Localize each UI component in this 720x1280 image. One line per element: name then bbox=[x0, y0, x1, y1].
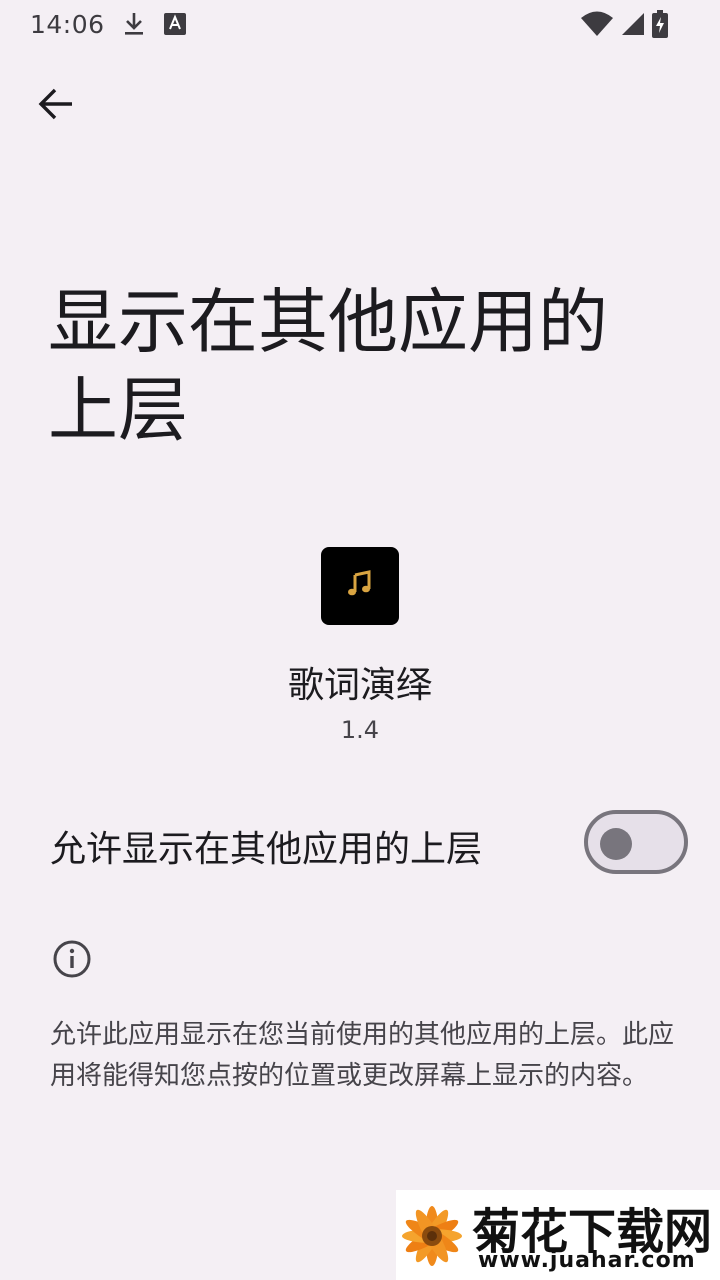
battery-charging-icon bbox=[652, 10, 668, 38]
page-title: 显示在其他应用的上层 bbox=[48, 281, 608, 451]
arrow-back-icon bbox=[38, 86, 74, 126]
music-note-icon bbox=[345, 569, 375, 603]
back-button[interactable] bbox=[26, 76, 86, 136]
app-name: 歌词演绎 bbox=[287, 665, 432, 706]
setting-label: 允许显示在其他应用的上层 bbox=[50, 829, 483, 870]
info-icon bbox=[52, 939, 92, 979]
status-time: 14:06 bbox=[30, 9, 105, 39]
app-icon bbox=[321, 547, 399, 625]
status-left: 14:06 bbox=[30, 10, 187, 39]
flower-logo-icon bbox=[396, 1196, 470, 1280]
app-version: 1.4 bbox=[340, 716, 380, 744]
cell-signal-icon bbox=[620, 11, 646, 37]
allow-overlay-toggle[interactable] bbox=[584, 810, 688, 874]
info-description: 允许此应用显示在您当前使用的其他应用的上层。此应用将能得知您点按的位置或更改屏幕… bbox=[50, 1020, 675, 1091]
screen: 14:06 显示在其他应用的上层 歌词演绎 1.4 允许显示在其他应用的上层 允… bbox=[0, 0, 720, 1280]
keyboard-a-icon bbox=[163, 12, 187, 36]
watermark: 菊花下载网 www.juahar.com bbox=[396, 1190, 720, 1280]
watermark-url: www.juahar.com bbox=[478, 1248, 696, 1273]
status-right bbox=[580, 10, 668, 38]
toggle-thumb bbox=[600, 828, 632, 860]
download-icon bbox=[123, 11, 145, 37]
wifi-icon bbox=[580, 11, 614, 37]
status-bar: 14:06 bbox=[0, 0, 720, 48]
allow-overlay-setting-row[interactable]: 允许显示在其他应用的上层 bbox=[0, 796, 720, 892]
